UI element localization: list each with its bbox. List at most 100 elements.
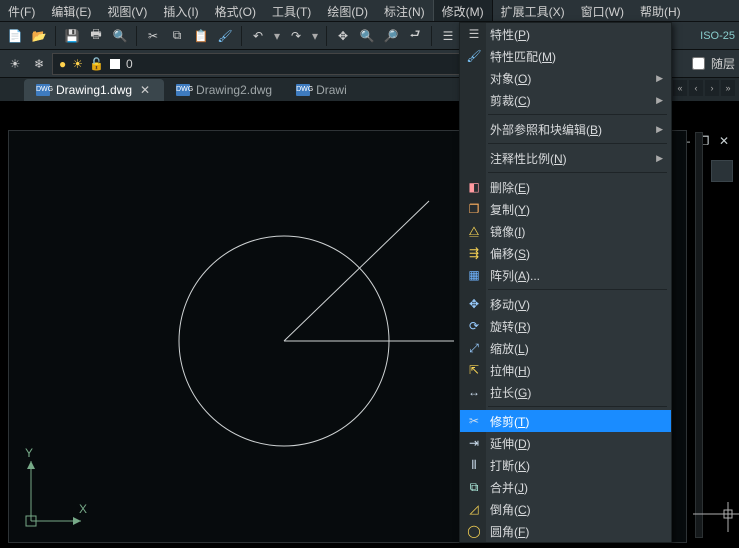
mirror-icon: ⧋ (466, 223, 482, 239)
undo-dropdown[interactable]: ▾ (271, 25, 283, 47)
menu-编辑e[interactable]: 编辑(E) (43, 0, 99, 21)
stretch-icon: ⇱ (466, 362, 482, 378)
tab-label: Drawi (316, 83, 347, 97)
menuitem-erase-icon[interactable]: ◧删除(E) (460, 176, 671, 198)
menu-窗口w[interactable]: 窗口(W) (573, 0, 632, 21)
copy-icon: ❐ (466, 201, 482, 217)
save-button[interactable]: 💾 (61, 25, 83, 47)
document-tab[interactable]: DWGDrawing2.dwg (164, 79, 284, 101)
zoom-prev-button[interactable]: ⮐ (404, 25, 426, 47)
menuitem-mirror-icon[interactable]: ⧋镜像(I) (460, 220, 671, 242)
crosshair-cursor (693, 502, 739, 535)
bylayer-checkbox[interactable] (692, 57, 705, 70)
tab-nav-last[interactable]: » (721, 80, 735, 96)
menuitem-join-icon[interactable]: ⧉合并(J) (460, 476, 671, 498)
menu-格式o[interactable]: 格式(O) (207, 0, 264, 21)
menuitem-stretch-icon[interactable]: ⇱拉伸(H) (460, 359, 671, 381)
menuitem-match-prop-icon[interactable]: 🖌 特性匹配(M) (460, 45, 671, 67)
dwg-icon: DWG (36, 84, 50, 96)
preview-button[interactable]: 🔍 (109, 25, 131, 47)
menuitem-rotate-icon[interactable]: ⟳旋转(R) (460, 315, 671, 337)
open-button[interactable]: 📂 (28, 25, 50, 47)
tab-nav-first[interactable]: « (673, 80, 687, 96)
redo-button[interactable]: ↷ (285, 25, 307, 47)
menuitem-label: 剪裁(C) (490, 92, 531, 109)
redo-dropdown[interactable]: ▾ (309, 25, 321, 47)
pan-button[interactable]: ✥ (332, 25, 354, 47)
properties-button[interactable]: ☰ (437, 25, 459, 47)
tab-close-button[interactable]: ✕ (138, 83, 152, 97)
menuitem-trim-icon[interactable]: ✂修剪(T) (460, 410, 671, 432)
menu-扩展工具x[interactable]: 扩展工具(X) (493, 0, 573, 21)
mdi-close-button[interactable]: ✕ (717, 134, 731, 148)
menuitem-chamfer-icon[interactable]: ◿倒角(C) (460, 498, 671, 520)
menu-修改m[interactable]: 修改(M) (433, 0, 493, 21)
paste-button[interactable]: 📋 (190, 25, 212, 47)
menuitem-外部参照和块编辑[interactable]: 外部参照和块编辑(B)▶ (460, 118, 671, 140)
menuitem-label: 复制(Y) (490, 201, 530, 218)
new-button[interactable]: 📄 (4, 25, 26, 47)
menuitem-copy-icon[interactable]: ❐ 复制(Y) (460, 198, 671, 220)
properties-icon: ☰ (466, 26, 482, 42)
menu-插入i[interactable]: 插入(I) (155, 0, 206, 21)
submenu-arrow-icon: ▶ (656, 73, 663, 84)
menu-separator (488, 289, 667, 290)
tab-nav-next[interactable]: › (705, 80, 719, 96)
menuitem-剪裁[interactable]: 剪裁(C) ▶ (460, 89, 671, 111)
menu-separator (488, 172, 667, 173)
layer-states-button[interactable]: ❄ (28, 53, 50, 75)
erase-icon: ◧ (466, 179, 482, 195)
layer-manager-button[interactable]: ☀ (4, 53, 26, 75)
menu-separator (488, 406, 667, 407)
menuitem-label: 特性匹配(M) (490, 48, 556, 65)
menuitem-extend-icon[interactable]: ⇥延伸(D) (460, 432, 671, 454)
chamfer-icon: ◿ (466, 501, 482, 517)
right-toolbar[interactable] (695, 132, 703, 538)
menuitem-label: 移动(V) (490, 296, 530, 313)
menuitem-break-icon[interactable]: ⦀打断(K) (460, 454, 671, 476)
menubar: 件(F)编辑(E)视图(V)插入(I)格式(O)工具(T)绘图(D)标注(N)修… (0, 0, 739, 22)
fillet-icon: ◯ (466, 523, 482, 539)
zoom-window-button[interactable]: 🔎 (380, 25, 402, 47)
menuitem-fillet-icon[interactable]: ◯圆角(F) (460, 520, 671, 542)
menuitem-lengthen-icon[interactable]: ↔拉长(G) (460, 381, 671, 403)
menu-绘图d[interactable]: 绘图(D) (319, 0, 376, 21)
match-prop-icon: 🖌 (466, 48, 482, 64)
dimstyle-selector[interactable]: ISO-25 (700, 30, 735, 42)
menuitem-label: 偏移(S) (490, 245, 530, 262)
extend-icon: ⇥ (466, 435, 482, 451)
tab-nav-prev[interactable]: ‹ (689, 80, 703, 96)
menuitem-label: 阵列(A)... (490, 267, 540, 284)
axis-x-label: X (79, 502, 87, 516)
menuitem-scale-icon[interactable]: ⤢缩放(L) (460, 337, 671, 359)
submenu-arrow-icon: ▶ (656, 153, 663, 164)
match-button[interactable]: 🖌 (214, 25, 236, 47)
rotate-icon: ⟳ (466, 318, 482, 334)
menu-件f[interactable]: 件(F) (0, 0, 43, 21)
menu-视图v[interactable]: 视图(V) (99, 0, 155, 21)
menuitem-move-icon[interactable]: ✥移动(V) (460, 293, 671, 315)
print-button[interactable]: 🖶 (85, 25, 107, 47)
menuitem-properties-icon[interactable]: ☰特性(P) (460, 23, 671, 45)
join-icon: ⧉ (466, 479, 482, 495)
menu-separator (488, 114, 667, 115)
menu-帮助h[interactable]: 帮助(H) (632, 0, 689, 21)
menuitem-对象[interactable]: 对象(O)▶ (460, 67, 671, 89)
cut-button[interactable]: ✂ (142, 25, 164, 47)
right-palette-button[interactable] (711, 160, 733, 182)
undo-button[interactable]: ↶ (247, 25, 269, 47)
tab-label: Drawing2.dwg (196, 83, 272, 97)
menu-标注n[interactable]: 标注(N) (376, 0, 433, 21)
zoom-extents-button[interactable]: 🔍 (356, 25, 378, 47)
break-icon: ⦀ (466, 457, 482, 473)
tab-nav: « ‹ › » (673, 80, 735, 96)
submenu-arrow-icon: ▶ (656, 95, 663, 106)
menuitem-offset-icon[interactable]: ⇶偏移(S) (460, 242, 671, 264)
menu-工具t[interactable]: 工具(T) (264, 0, 319, 21)
menuitem-label: 缩放(L) (490, 340, 529, 357)
document-tab[interactable]: DWGDrawi (284, 79, 359, 101)
copy-button[interactable]: ⧉ (166, 25, 188, 47)
menuitem-array-icon[interactable]: ▦阵列(A)... (460, 264, 671, 286)
document-tab[interactable]: DWGDrawing1.dwg✕ (24, 79, 164, 101)
menuitem-注释性比例[interactable]: 注释性比例(N)▶ (460, 147, 671, 169)
